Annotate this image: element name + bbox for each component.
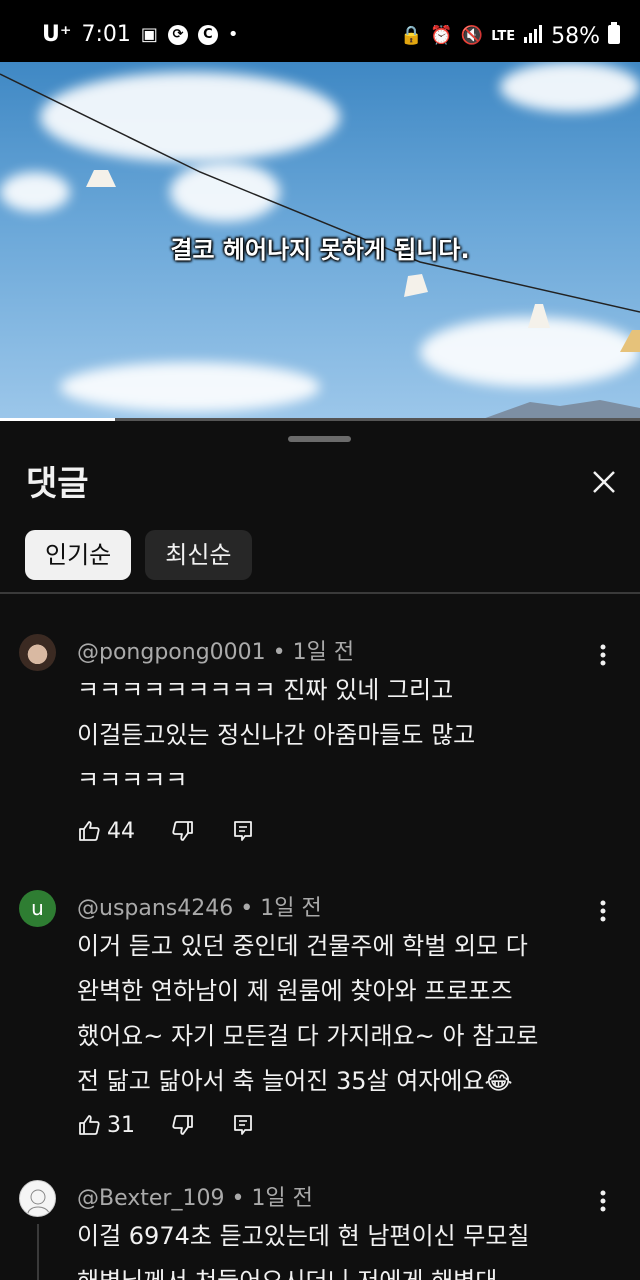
- comment-actions: 44: [77, 816, 291, 846]
- gallery-icon: ▣: [140, 23, 158, 45]
- avatar[interactable]: [19, 634, 56, 671]
- comment-text: 이거 듣고 있던 중인데 건물주에 학벌 외모 다 완벽한 연하남이 제 원룸에…: [77, 924, 597, 1104]
- reply-icon: [234, 821, 252, 841]
- dot-icon: •: [227, 23, 239, 45]
- comment-time: 1일 전: [292, 640, 355, 665]
- comment-line: 전 닮고 닮아서 축 늘어진 35살 여자에요😂: [77, 1067, 513, 1095]
- thread-line: [37, 1224, 39, 1280]
- thumbs-down-icon: [172, 821, 193, 841]
- copyright-icon: C: [197, 24, 218, 45]
- video-progress-bar[interactable]: [0, 418, 640, 421]
- like-count: 31: [107, 1112, 135, 1138]
- comment-line: 완벽한 연하남이 제 원룸에 찾아와 프로포즈: [77, 977, 513, 1005]
- comment-time: 1일 전: [260, 896, 322, 921]
- like-button[interactable]: 44: [77, 819, 135, 844]
- comment-item: u @uspans4246 • 1일 전 이거 듣고 있던 중인데 건물주에 학…: [0, 890, 640, 1150]
- avatar[interactable]: u: [19, 890, 56, 927]
- status-bar: U⁺ 7:01 ▣ ⟳ C • 🔒 ⏰ 🔇 LTE 58%: [0, 0, 640, 62]
- like-button[interactable]: 31: [77, 1113, 135, 1138]
- comment-line: 했어요~ 자기 모든걸 다 가지래요~ 아 참고로: [77, 1022, 539, 1050]
- network-label: LTE: [491, 28, 516, 44]
- clock: 7:01: [81, 22, 131, 47]
- lock-icon: 🔒: [399, 25, 423, 46]
- comment-line: ㅋㅋㅋㅋㅋ: [77, 766, 188, 794]
- comment-text: 이걸 6974초 듣고있는데 현 남편이신 무모칠 해병님께서 쳐들어오시더니 …: [77, 1214, 597, 1280]
- thumbs-up-icon: [79, 1115, 100, 1135]
- comment-line: 이걸듣고있는 정신나간 아줌마들도 많고: [77, 721, 476, 749]
- more-options-button[interactable]: [592, 1188, 614, 1214]
- sort-tab-popular[interactable]: 인기순: [25, 530, 132, 580]
- drag-handle[interactable]: [288, 436, 351, 442]
- thumbs-down-icon: [172, 1115, 193, 1135]
- dislike-button[interactable]: [171, 1113, 195, 1137]
- battery-icon: [608, 22, 620, 50]
- comment-item: @Bexter_109 • 1일 전 이걸 6974초 듣고있는데 현 남편이신…: [0, 1180, 640, 1280]
- sort-tabs: 인기순 최신순: [25, 530, 252, 580]
- alarm-icon: ⏰: [430, 25, 453, 46]
- comment-author[interactable]: @uspans4246: [77, 896, 233, 921]
- avatar-sketch-icon: [27, 1189, 50, 1214]
- close-icon: [593, 471, 615, 493]
- comment-item: @pongpong0001 • 1일 전 ㅋㅋㅋㅋㅋㅋㅋㅋㅋ 진짜 있네 그리고…: [0, 634, 640, 864]
- reply-button[interactable]: [231, 1113, 255, 1137]
- comment-author[interactable]: @pongpong0001: [77, 640, 266, 665]
- comments-title: 댓글: [26, 464, 89, 504]
- video-player[interactable]: 결코 헤어나지 못하게 됩니다.: [0, 62, 640, 420]
- comment-meta: @uspans4246 • 1일 전: [77, 896, 322, 921]
- comment-actions: 31: [77, 1110, 291, 1140]
- video-subtitle: 결코 헤어나지 못하게 됩니다.: [170, 236, 470, 264]
- divider: [0, 592, 640, 594]
- mute-icon: 🔇: [460, 25, 484, 46]
- comment-line: 이거 듣고 있던 중인데 건물주에 학벌 외모 다: [77, 932, 528, 960]
- comment-author[interactable]: @Bexter_109: [77, 1186, 224, 1211]
- comment-time: 1일 전: [251, 1186, 313, 1211]
- thumbs-up-icon: [79, 821, 100, 841]
- sync-icon: ⟳: [167, 24, 188, 45]
- reply-icon: [234, 1115, 252, 1135]
- signal-icon: [523, 24, 543, 49]
- video-progress-fill: [0, 418, 116, 421]
- avatar[interactable]: [19, 1180, 56, 1217]
- comment-meta: @Bexter_109 • 1일 전: [77, 1186, 313, 1211]
- kebab-icon: [600, 1190, 606, 1212]
- comment-line: ㅋㅋㅋㅋㅋㅋㅋㅋㅋ 진짜 있네 그리고: [77, 676, 454, 704]
- battery-percent: 58%: [551, 23, 600, 49]
- comment-line: 이걸 6974초 듣고있는데 현 남편이신 무모칠: [77, 1222, 530, 1250]
- sort-tab-newest[interactable]: 최신순: [145, 530, 252, 580]
- comment-text: ㅋㅋㅋㅋㅋㅋㅋㅋㅋ 진짜 있네 그리고 이걸듣고있는 정신나간 아줌마들도 많고…: [77, 668, 597, 803]
- dislike-button[interactable]: [171, 819, 195, 843]
- reply-button[interactable]: [231, 819, 255, 843]
- kebab-icon: [600, 644, 606, 666]
- kebab-icon: [600, 900, 606, 922]
- comments-panel: 댓글 인기순 최신순 @pongpong0001 • 1일 전 ㅋㅋㅋㅋㅋㅋㅋㅋ…: [0, 424, 640, 1280]
- like-count: 44: [107, 818, 135, 844]
- more-options-button[interactable]: [592, 898, 614, 924]
- more-options-button[interactable]: [592, 642, 614, 668]
- comment-line: 해병님께서 쳐들어오시더니 저에게 해병대: [77, 1259, 597, 1280]
- carrier-label: U⁺: [42, 22, 72, 47]
- close-button[interactable]: [586, 464, 622, 500]
- comment-meta: @pongpong0001 • 1일 전: [77, 640, 355, 665]
